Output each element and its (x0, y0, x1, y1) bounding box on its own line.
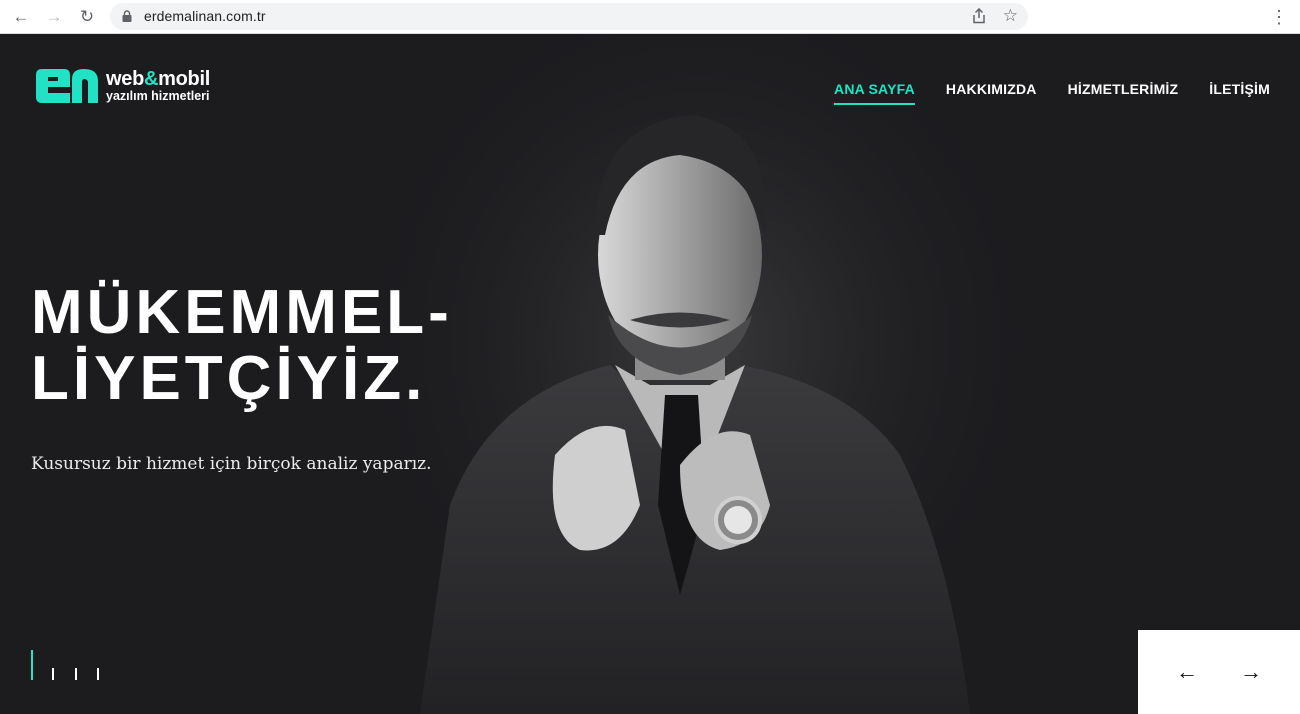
slide-indicator-1[interactable] (31, 650, 33, 680)
logo-title: web&mobil (106, 68, 210, 90)
browser-toolbar: ← → ↻ erdemalinan.com.tr ☆ ⋮ (0, 0, 1300, 34)
slide-indicator-2[interactable] (52, 668, 54, 680)
back-arrow-icon[interactable]: ← (10, 6, 32, 28)
site-logo[interactable]: web&mobil yazılım hizmetleri (34, 69, 210, 103)
nav-services[interactable]: HİZMETLERİMİZ (1068, 81, 1179, 105)
hero-headline-line2: LİYETÇİYİZ. (31, 344, 427, 413)
next-arrow-icon[interactable]: → (1240, 659, 1262, 685)
reload-icon[interactable]: ↻ (76, 6, 98, 28)
nav-about[interactable]: HAKKIMIZDA (946, 81, 1037, 105)
slide-indicator-4[interactable] (97, 668, 99, 680)
url-text: erdemalinan.com.tr (144, 8, 266, 24)
share-icon[interactable] (972, 8, 986, 24)
hero-headline: MÜKEMMEL- LİYETÇİYİZ. (31, 280, 453, 412)
bookmark-star-icon[interactable]: ☆ (1003, 6, 1018, 26)
hero-headline-line1: MÜKEMMEL- (31, 278, 453, 347)
website-page: web&mobil yazılım hizmetleri ANA SAYFA H… (0, 35, 1300, 714)
forward-arrow-icon[interactable]: → (43, 6, 65, 28)
prev-arrow-icon[interactable]: ← (1176, 659, 1198, 685)
address-bar[interactable]: erdemalinan.com.tr ☆ (110, 3, 1028, 30)
main-navigation: ANA SAYFA HAKKIMIZDA HİZMETLERİMİZ İLETİ… (803, 81, 1270, 105)
nav-home[interactable]: ANA SAYFA (834, 81, 915, 105)
lock-icon (122, 10, 132, 22)
hero-portrait-image (380, 35, 1020, 714)
browser-menu-icon[interactable]: ⋮ (1270, 6, 1288, 28)
nav-contact[interactable]: İLETİŞİM (1209, 81, 1270, 105)
slide-indicator-3[interactable] (75, 668, 77, 680)
logo-subtitle: yazılım hizmetleri (106, 89, 210, 103)
slider-controls: ← → (1138, 630, 1300, 714)
hero-subtitle: Kusursuz bir hizmet için birçok analiz y… (31, 454, 432, 474)
logo-mark-icon (36, 69, 98, 103)
